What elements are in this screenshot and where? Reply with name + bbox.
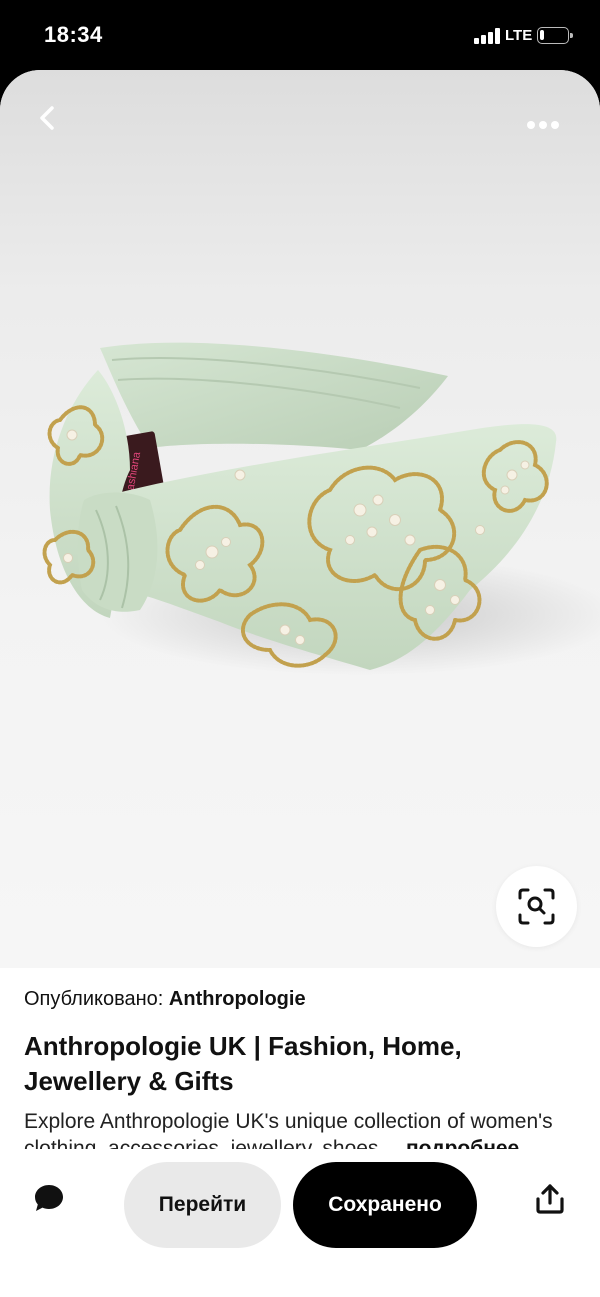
pin-sheet: ashiana Опубликовано: Anthropologie Anth… — [0, 70, 600, 1297]
publisher-link[interactable]: Anthropologie — [169, 988, 306, 1010]
read-more-link[interactable]: подробнее — [380, 1135, 520, 1149]
network-type: LTE — [505, 27, 533, 44]
published-by: Опубликовано: Anthropologie — [24, 988, 576, 1011]
chevron-left-icon — [40, 106, 54, 130]
more-options-button[interactable] — [520, 110, 566, 140]
visit-button[interactable]: Перейти — [124, 1162, 281, 1248]
pin-title: Anthropologie UK | Fashion, Home, Jewell… — [24, 1031, 462, 1096]
action-bar: Перейти Сохранено — [0, 1150, 600, 1297]
more-horizontal-icon — [527, 121, 559, 129]
published-label: Опубликовано: — [24, 988, 164, 1010]
status-bar: 18:34 LTE — [0, 0, 600, 70]
visual-search-button[interactable] — [496, 866, 577, 947]
pin-image[interactable]: ashiana — [0, 70, 600, 968]
saved-button[interactable]: Сохранено — [293, 1162, 477, 1248]
comment-icon — [35, 1185, 63, 1211]
share-icon — [536, 1184, 564, 1214]
status-time: 18:34 — [44, 22, 103, 47]
headband-illustration: ashiana — [42, 342, 600, 675]
pin-description-wrap: Explore Anthropologie UK's unique collec… — [24, 1108, 576, 1149]
pin-info: Опубликовано: Anthropologie Anthropologi… — [24, 988, 576, 1099]
comment-button[interactable] — [32, 1181, 66, 1215]
battery-icon — [537, 27, 573, 44]
visual-search-icon — [518, 888, 555, 925]
back-button[interactable] — [30, 100, 66, 136]
share-button[interactable] — [534, 1183, 566, 1215]
signal-icon — [474, 28, 500, 44]
